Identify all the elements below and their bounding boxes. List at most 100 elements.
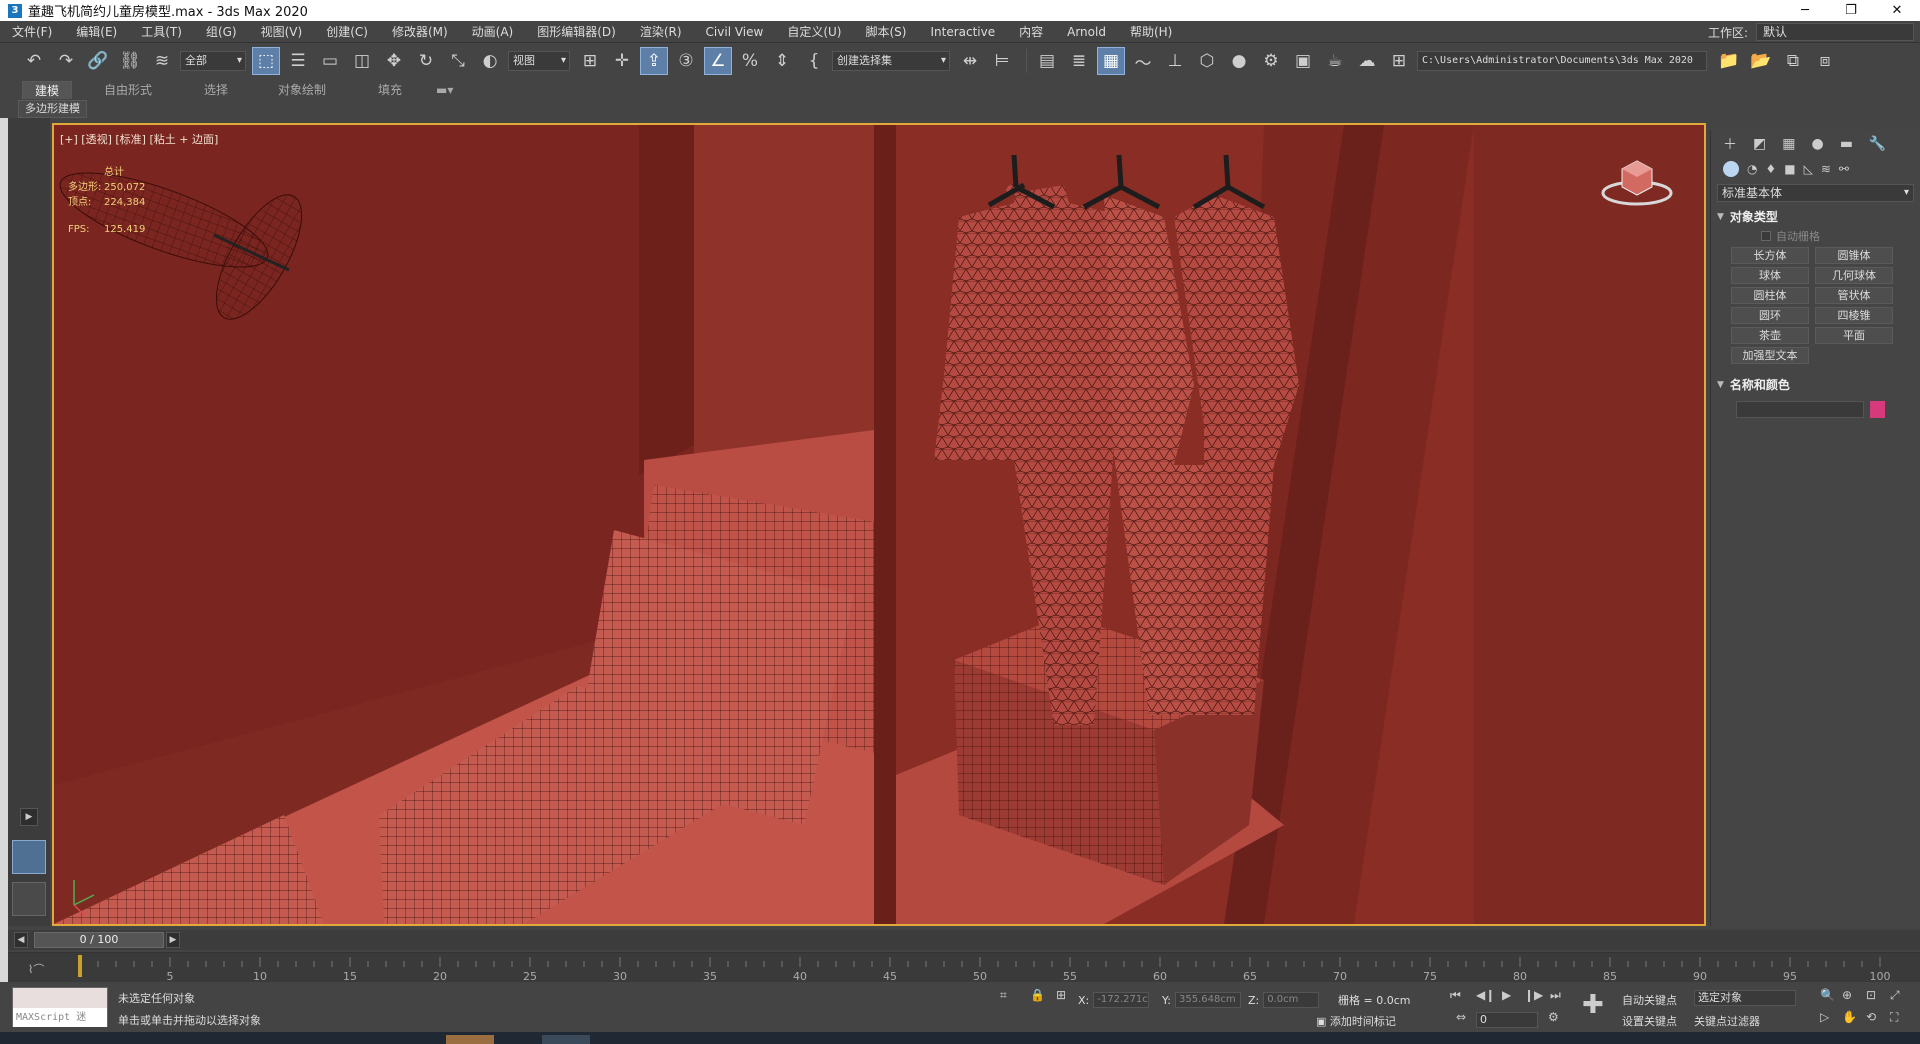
absolute-mode-icon[interactable]: ⊞	[1056, 988, 1066, 1002]
layer-explorer-icon[interactable]: ≣	[1065, 47, 1093, 75]
select-manipulate-icon[interactable]: ✛	[608, 47, 636, 75]
cone-button[interactable]: 圆锥体	[1815, 247, 1893, 264]
current-frame-field[interactable]: 0	[1476, 1012, 1538, 1028]
lights-icon[interactable]: ♦	[1765, 162, 1776, 176]
geometry-category-dropdown[interactable]: 标准基本体	[1717, 184, 1914, 202]
spinner-snap-icon[interactable]: ⇕	[768, 47, 796, 75]
menu-interactive[interactable]: Interactive	[918, 21, 1007, 43]
helpers-icon[interactable]: ◺	[1804, 162, 1813, 176]
menu-modifiers[interactable]: 修改器(M)	[380, 21, 460, 43]
scale-icon[interactable]: ⤡	[444, 47, 472, 75]
rotate-icon[interactable]: ↻	[412, 47, 440, 75]
ribbon-toggle-icon[interactable]: ▦	[1097, 47, 1125, 75]
render-setup-icon[interactable]: ⚙	[1257, 47, 1285, 75]
ribbon-options-icon[interactable]: ▬▾	[436, 81, 453, 99]
menu-views[interactable]: 视图(V)	[249, 21, 315, 43]
set-key-button[interactable]: 设置关键点	[1622, 1013, 1677, 1029]
menu-arnold[interactable]: Arnold	[1055, 21, 1118, 43]
bind-space-warp-icon[interactable]: ≋	[148, 47, 176, 75]
dope-sheet-icon[interactable]: ⊥	[1161, 47, 1189, 75]
tab-object-paint[interactable]: 对象绘制	[278, 81, 326, 99]
select-object-icon[interactable]: ⬚	[252, 47, 280, 75]
link-icon[interactable]: 🔗	[84, 47, 112, 75]
orbit-icon[interactable]: ⟲	[1866, 1010, 1876, 1024]
restore-button[interactable]: ❐	[1828, 0, 1874, 21]
tab-freeform[interactable]: 自由形式	[104, 81, 152, 99]
selected-objects-dropdown[interactable]: 选定对象	[1694, 990, 1796, 1006]
taskbar-app-chip[interactable]	[542, 1035, 590, 1044]
rectangular-selection-icon[interactable]: ▭	[316, 47, 344, 75]
schematic-view-icon[interactable]: ⬡	[1193, 47, 1221, 75]
pivot-center-icon[interactable]: ⊞	[576, 47, 604, 75]
field-of-view-icon[interactable]: ▷	[1820, 1010, 1829, 1024]
z-field[interactable]: 0.0cm	[1263, 992, 1320, 1008]
tab-populate[interactable]: 填充	[378, 81, 402, 99]
cameras-icon[interactable]: ■	[1784, 162, 1795, 176]
previous-frame-icon[interactable]: ◀❙	[1476, 988, 1495, 1002]
mirror-icon[interactable]: ⇹	[956, 47, 984, 75]
teapot-button[interactable]: 茶壶	[1731, 327, 1809, 344]
tab-modeling[interactable]: 建模	[22, 81, 73, 99]
viewport-label-menu[interactable]: [+] [透视] [标准] [粘土 + 边面]	[60, 131, 218, 147]
containers-icon[interactable]: ⧉	[1779, 47, 1807, 75]
taskbar-app-chip[interactable]	[446, 1035, 494, 1044]
track-bar-key-icon[interactable]: ⌇⌒	[28, 961, 44, 977]
menu-tools[interactable]: 工具(T)	[129, 21, 194, 43]
tab-selection[interactable]: 选择	[204, 81, 228, 99]
key-filters-button[interactable]: 关键点过滤器	[1694, 1013, 1760, 1029]
auto-key-button[interactable]: 自动关键点	[1622, 992, 1677, 1008]
object-color-swatch[interactable]	[1870, 401, 1885, 418]
box-button[interactable]: 长方体	[1731, 247, 1809, 264]
scene-explorer-icon[interactable]: ▤	[1033, 47, 1061, 75]
y-field[interactable]: 355.648cm	[1174, 992, 1241, 1008]
menu-group[interactable]: 组(G)	[194, 21, 249, 43]
expand-layouts-icon[interactable]: ▶	[20, 808, 38, 826]
menu-rendering[interactable]: 渲染(R)	[628, 21, 694, 43]
time-configuration-icon[interactable]: ⚙	[1548, 1010, 1559, 1024]
create-tab-icon[interactable]: ＋	[1723, 134, 1737, 154]
keyboard-shortcut-override-icon[interactable]: ⇪	[640, 47, 668, 75]
tube-button[interactable]: 管状体	[1815, 287, 1893, 304]
menu-animation[interactable]: 动画(A)	[460, 21, 526, 43]
selection-lock-icon[interactable]: 🔒	[1030, 988, 1045, 1002]
time-slider-handle[interactable]: 0 / 100	[34, 932, 164, 948]
go-to-start-icon[interactable]: ⏮	[1450, 988, 1461, 1003]
set-key-big-icon[interactable]: ✚	[1582, 990, 1604, 1020]
torus-button[interactable]: 圆环	[1731, 307, 1809, 324]
rendered-frame-window-icon[interactable]: ▣	[1289, 47, 1317, 75]
snap-toggle-icon[interactable]: ③	[672, 47, 700, 75]
add-time-tag[interactable]: ▣ 添加时间标记	[1316, 1013, 1396, 1029]
go-to-end-icon[interactable]: ⏭	[1550, 988, 1561, 1003]
select-by-name-icon[interactable]: ☰	[284, 47, 312, 75]
systems-icon[interactable]: ⚯	[1839, 162, 1849, 176]
cylinder-button[interactable]: 圆柱体	[1731, 287, 1809, 304]
space-warps-icon[interactable]: ≋	[1821, 162, 1831, 176]
time-slider[interactable]: ◀ 0 / 100 ▶	[8, 930, 1920, 950]
menu-customize[interactable]: 自定义(U)	[775, 21, 853, 43]
menu-file[interactable]: 文件(F)	[0, 21, 64, 43]
viewcube-icon[interactable]	[1600, 151, 1674, 211]
display-tab-icon[interactable]: ▬	[1840, 136, 1853, 152]
x-field[interactable]: -172.271c	[1093, 992, 1150, 1008]
geosphere-button[interactable]: 几何球体	[1815, 267, 1893, 284]
minimize-button[interactable]: ─	[1782, 0, 1828, 21]
single-viewport-layout-icon[interactable]	[12, 840, 46, 874]
pyramid-button[interactable]: 四棱锥	[1815, 307, 1893, 324]
next-frame-arrow[interactable]: ▶	[166, 932, 180, 948]
menu-scripting[interactable]: 脚本(S)	[853, 21, 918, 43]
window-crossing-icon[interactable]: ◫	[348, 47, 376, 75]
render-production-icon[interactable]: ☕	[1321, 47, 1349, 75]
plane-button[interactable]: 平面	[1815, 327, 1893, 344]
play-icon[interactable]: ▶	[1502, 988, 1511, 1002]
zoom-all-icon[interactable]: ⊕	[1842, 988, 1852, 1002]
menu-create[interactable]: 创建(C)	[314, 21, 380, 43]
current-frame-marker[interactable]	[78, 955, 82, 977]
material-editor-icon[interactable]: ●	[1225, 47, 1253, 75]
edit-named-selection-icon[interactable]: {	[800, 47, 828, 75]
named-selection-dropdown[interactable]: 创建选择集	[832, 51, 950, 71]
set-project-icon[interactable]: 📂	[1747, 47, 1775, 75]
open-project-icon[interactable]: 📁	[1715, 47, 1743, 75]
menu-help[interactable]: 帮助(H)	[1118, 21, 1184, 43]
object-type-rollout[interactable]: ▼ 对象类型	[1717, 208, 1920, 225]
shapes-icon[interactable]: ◔	[1747, 162, 1757, 176]
